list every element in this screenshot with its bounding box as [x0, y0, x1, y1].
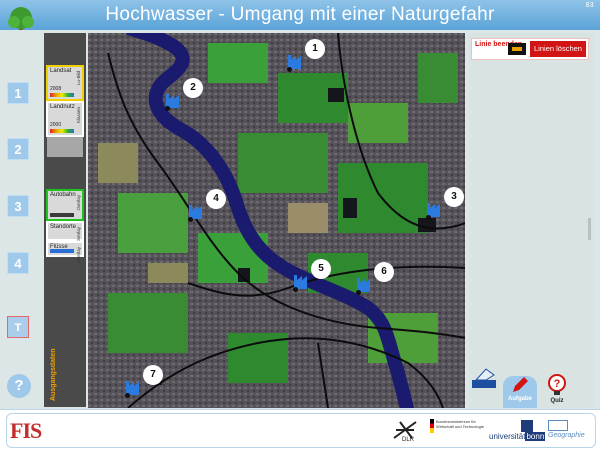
app-window: Hochwasser - Umgang mit einer Naturgefah…: [0, 0, 600, 450]
nav-button-3[interactable]: 3: [7, 195, 29, 217]
map-graphic: [88, 33, 465, 408]
layer-fluesse[interactable]: Flüsse Overlay: [46, 241, 84, 263]
uni-text: universität: [489, 432, 526, 441]
pencil-icon: [513, 377, 528, 392]
aufgabe-label: Aufgabe: [508, 396, 532, 402]
quiz-label: Quiz: [550, 398, 564, 404]
poi-dot: [426, 215, 431, 220]
corner-label: 83: [585, 2, 594, 9]
poi-number: 4: [206, 189, 226, 209]
satellite-map[interactable]: 1 2 3 4 5 6 7: [88, 33, 465, 408]
poi-number: 7: [143, 365, 163, 385]
footer-frame: [6, 413, 596, 448]
layer-label: Landsat: [50, 68, 72, 74]
quiz-tab[interactable]: ? Quiz: [540, 374, 574, 408]
panel-scrollbar[interactable]: [588, 218, 591, 240]
uni-highlight: bonn: [525, 432, 546, 441]
text-button[interactable]: T: [7, 316, 29, 338]
quiz-bulb-icon: ?: [548, 374, 566, 395]
layer-panel: Landsat 2008 Lu-Bild Landnutz 2000 Klass…: [44, 33, 86, 407]
app-title: Hochwasser - Umgang mit einer Naturgefah…: [105, 4, 495, 25]
right-panel: Linie beenden Linien löschen: [469, 33, 593, 408]
poi-number: 2: [183, 78, 203, 98]
layer-side-label: Overlay: [76, 195, 81, 211]
poi-number: 3: [444, 187, 464, 207]
fis-logo: FIS: [10, 418, 42, 443]
help-button[interactable]: ?: [7, 374, 31, 398]
poi-dot: [165, 106, 170, 111]
layer-year: 2008: [50, 86, 62, 92]
nav-button-2[interactable]: 2: [7, 138, 29, 160]
bmwi-text: Bundesministerium für Wirtschaft und Tec…: [436, 419, 484, 429]
footer-logos: FIS DLR Bundesministerium für Wirtschaft…: [0, 409, 600, 450]
poi-number: 5: [311, 259, 331, 279]
aufgabe-tab[interactable]: Aufgabe: [503, 376, 537, 408]
layer-label: Landnutz: [50, 104, 75, 110]
layer-standorte[interactable]: Standorte Overlay: [46, 221, 84, 243]
layer-landsat[interactable]: Landsat 2008 Lu-Bild: [46, 65, 84, 101]
layer-year: 2000: [50, 122, 62, 128]
layer-label: Autobahn: [50, 192, 76, 198]
poi-marker-1[interactable]: 1: [286, 39, 326, 79]
layer-legend-bar: [50, 129, 74, 133]
line-tools: Linie beenden Linien löschen: [471, 38, 589, 60]
linien-loeschen-button[interactable]: Linien löschen: [530, 41, 586, 57]
bmwi-logo: Bundesministerium für Wirtschaft und Tec…: [430, 419, 484, 445]
poi-marker-7[interactable]: 7: [124, 365, 164, 405]
title-bar: Hochwasser - Umgang mit einer Naturgefah…: [0, 0, 600, 30]
german-flag-icon: [430, 419, 434, 433]
poi-marker-3[interactable]: 3: [425, 187, 465, 227]
layer-label: Standorte: [50, 224, 77, 230]
poi-dot: [293, 287, 298, 292]
ausgangsdaten-label: Ausgangsdaten: [50, 348, 57, 401]
geographie-logo: Geographie: [548, 432, 585, 439]
layer-landnutz[interactable]: Landnutz 2000 Klassen: [46, 101, 84, 137]
layer-autobahn[interactable]: Autobahn Overlay: [46, 189, 84, 221]
geographie-mark-icon: [548, 420, 568, 431]
layer-side-label: Overlay: [76, 247, 81, 263]
poi-marker-5[interactable]: 5: [292, 259, 332, 299]
poi-number: 6: [374, 262, 394, 282]
line-color-swatch[interactable]: [508, 43, 526, 55]
map-tool-icon[interactable]: [470, 366, 498, 390]
layer-legend-bar: [50, 249, 74, 253]
layer-side-label: Lu-Bild: [76, 71, 81, 86]
layer-side-label: Klassen: [76, 107, 81, 124]
layer-legend-bar: [50, 213, 74, 217]
svg-text:?: ?: [554, 378, 561, 390]
poi-dot: [356, 290, 361, 295]
nav-button-4[interactable]: 4: [7, 252, 29, 274]
poi-marker-4[interactable]: 4: [187, 189, 227, 229]
poi-dot: [125, 393, 130, 398]
uni-bonn-logo: universitätbonn: [489, 432, 546, 441]
uni-bonn-seal-icon: [521, 420, 533, 432]
left-nav: 1 2 3 4 T ?: [0, 30, 40, 408]
poi-number: 1: [305, 39, 325, 59]
poi-marker-2[interactable]: 2: [164, 78, 204, 118]
poi-dot: [188, 217, 193, 222]
poi-marker-6[interactable]: 6: [355, 262, 395, 302]
layer-legend-bar: [50, 93, 74, 97]
dlr-label: DLR: [402, 437, 415, 443]
poi-dot: [287, 67, 292, 72]
nav-button-1[interactable]: 1: [7, 82, 29, 104]
